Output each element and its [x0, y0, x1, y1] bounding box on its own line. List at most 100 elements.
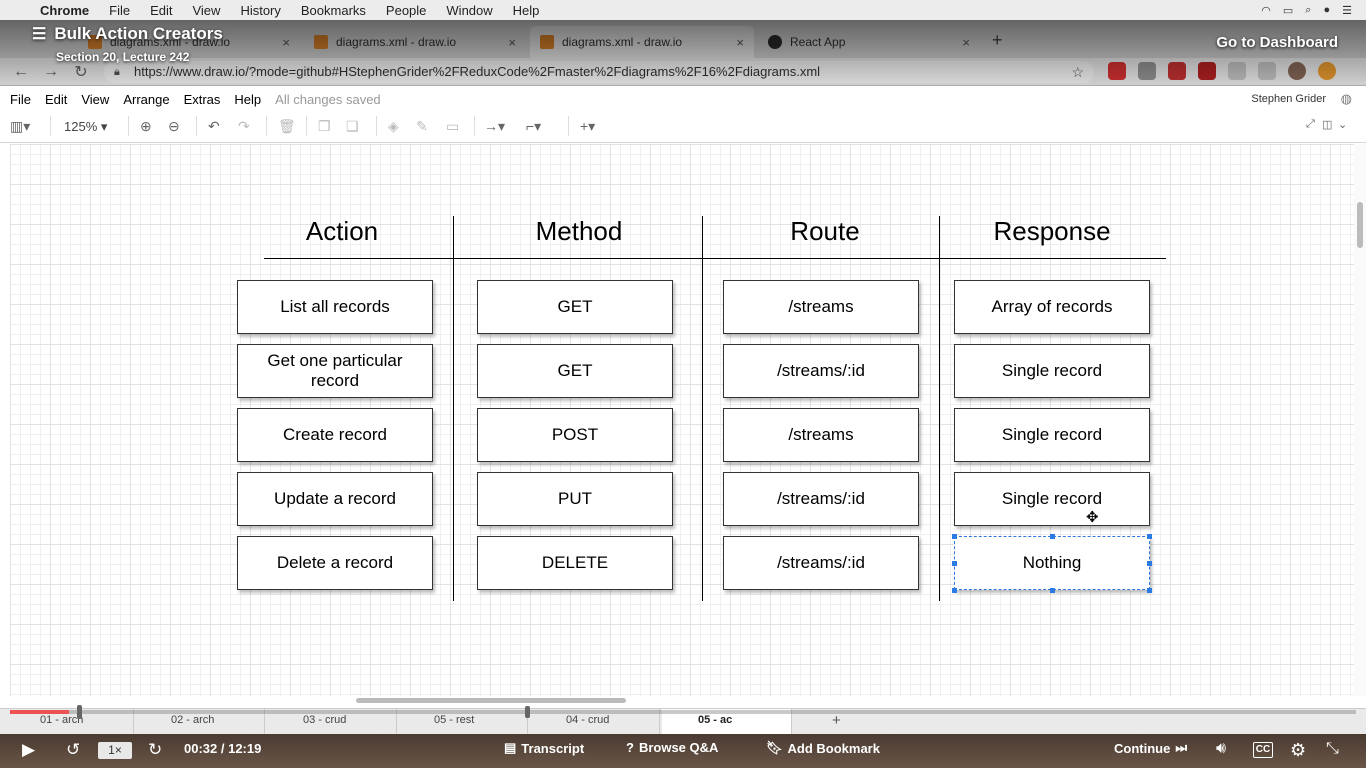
- browser-tab[interactable]: diagrams.xml - draw.io ×: [304, 26, 526, 58]
- vertical-scrollbar[interactable]: [1354, 144, 1366, 696]
- extension-icon[interactable]: [1198, 62, 1216, 80]
- action-cell[interactable]: List all records: [237, 280, 433, 334]
- resize-handle[interactable]: [952, 588, 957, 593]
- horizontal-scrollbar[interactable]: [356, 698, 626, 703]
- menu-arrange[interactable]: Arrange: [123, 92, 169, 107]
- globe-icon[interactable]: ◍: [1341, 91, 1352, 107]
- column-divider[interactable]: [702, 216, 703, 601]
- new-tab-icon[interactable]: +: [992, 30, 1003, 51]
- user-name[interactable]: Stephen Grider: [1251, 93, 1326, 105]
- method-cell[interactable]: POST: [477, 408, 673, 462]
- list-icon[interactable]: ☰: [32, 24, 46, 44]
- route-cell[interactable]: /streams: [723, 408, 919, 462]
- connection-icon[interactable]: →▾: [484, 118, 505, 135]
- close-tab-icon[interactable]: ×: [736, 35, 744, 50]
- settings-gear-icon[interactable]: ⚙: [1290, 740, 1306, 761]
- column-divider[interactable]: [939, 216, 940, 601]
- course-title[interactable]: ☰ Bulk Action Creators: [32, 24, 223, 44]
- back-icon[interactable]: ←: [6, 63, 36, 81]
- reload-icon[interactable]: ↻: [66, 62, 96, 82]
- page-tab-scroll-handle[interactable]: [525, 706, 530, 718]
- method-cell[interactable]: DELETE: [477, 536, 673, 590]
- volume-icon[interactable]: 🔊︎: [1216, 740, 1226, 758]
- notification-icon[interactable]: ☰: [1342, 4, 1352, 17]
- resize-handle[interactable]: [1050, 588, 1055, 593]
- route-cell[interactable]: /streams/:id: [723, 344, 919, 398]
- zoom-level-select[interactable]: 125% ▾: [64, 119, 107, 135]
- resize-handle[interactable]: [952, 534, 957, 539]
- action-cell[interactable]: Get one particular record: [237, 344, 433, 398]
- to-back-icon[interactable]: ❏: [346, 118, 359, 135]
- undo-icon[interactable]: ↶: [208, 118, 220, 135]
- waypoints-icon[interactable]: ⌐▾: [526, 118, 541, 135]
- response-cell[interactable]: Array of records: [954, 280, 1150, 334]
- video-progress-handle[interactable]: [77, 705, 82, 719]
- response-cell-selected[interactable]: Nothing: [954, 536, 1150, 590]
- action-cell[interactable]: Update a record: [237, 472, 433, 526]
- forward-icon[interactable]: ↻: [148, 740, 162, 760]
- fullscreen-icon[interactable]: ⤡: [1326, 740, 1339, 758]
- mac-menu-view[interactable]: View: [182, 3, 230, 18]
- wifi-icon[interactable]: ◠: [1261, 4, 1271, 17]
- response-cell[interactable]: Single record: [954, 408, 1150, 462]
- scroll-thumb[interactable]: [1357, 202, 1363, 248]
- mac-menu-people[interactable]: People: [376, 3, 436, 18]
- to-front-icon[interactable]: ❐: [318, 118, 331, 135]
- action-cell[interactable]: Create record: [237, 408, 433, 462]
- header-underline[interactable]: [264, 258, 1166, 259]
- browser-tab-active[interactable]: diagrams.xml - draw.io ×: [530, 26, 754, 58]
- redo-icon[interactable]: ↷: [238, 118, 250, 135]
- extension-icon[interactable]: [1228, 62, 1246, 80]
- mac-app-name[interactable]: Chrome: [30, 3, 99, 18]
- profile-avatar[interactable]: [1288, 62, 1306, 80]
- resize-handle[interactable]: [1147, 561, 1152, 566]
- captions-button[interactable]: CC: [1253, 742, 1273, 758]
- go-to-dashboard-link[interactable]: Go to Dashboard: [1216, 34, 1338, 51]
- method-cell[interactable]: PUT: [477, 472, 673, 526]
- spotlight-icon[interactable]: ⌕: [1305, 4, 1311, 17]
- menu-view[interactable]: View: [81, 92, 109, 107]
- resize-handle[interactable]: [1147, 588, 1152, 593]
- zoom-in-icon[interactable]: ⊕: [140, 118, 152, 135]
- action-cell[interactable]: Delete a record: [237, 536, 433, 590]
- resize-handle[interactable]: [952, 561, 957, 566]
- rewind-icon[interactable]: ↺: [66, 740, 80, 760]
- shadow-icon[interactable]: ▭: [446, 118, 459, 135]
- extension-icon[interactable]: [1258, 62, 1276, 80]
- mac-menu-bookmarks[interactable]: Bookmarks: [291, 3, 376, 18]
- zoom-out-icon[interactable]: ⊖: [168, 118, 180, 135]
- resize-handle[interactable]: [1147, 534, 1152, 539]
- format-panel-icon[interactable]: ▥▾: [10, 118, 30, 135]
- response-cell[interactable]: Single record: [954, 344, 1150, 398]
- response-cell[interactable]: Single record: [954, 472, 1150, 526]
- fill-color-icon[interactable]: ◈: [388, 118, 399, 135]
- mac-menu-edit[interactable]: Edit: [140, 3, 182, 18]
- line-color-icon[interactable]: ✎: [416, 118, 428, 135]
- bookmark-star-icon[interactable]: ☆: [1071, 61, 1084, 83]
- close-tab-icon[interactable]: ×: [962, 35, 970, 50]
- collapse-icon[interactable]: ⌄: [1338, 118, 1347, 131]
- css-extension-icon[interactable]: [1138, 62, 1156, 80]
- add-page-icon[interactable]: +: [832, 712, 841, 729]
- header-response[interactable]: Response: [957, 216, 1147, 247]
- menu-file[interactable]: File: [10, 92, 31, 107]
- route-cell[interactable]: /streams/:id: [723, 536, 919, 590]
- battery-icon[interactable]: ▭: [1283, 4, 1293, 17]
- forward-icon[interactable]: →: [36, 63, 66, 81]
- mac-menu-help[interactable]: Help: [503, 3, 550, 18]
- continue-button[interactable]: Continue ⏭︎: [1114, 740, 1187, 756]
- insert-icon[interactable]: +▾: [580, 118, 595, 135]
- mac-menu-window[interactable]: Window: [436, 3, 502, 18]
- diagram-canvas[interactable]: Action Method Route Response List all re…: [10, 144, 1354, 696]
- browse-qa-button[interactable]: ? Browse Q&A: [626, 740, 718, 755]
- extension-icon[interactable]: [1108, 62, 1126, 80]
- resize-handle[interactable]: [1050, 534, 1055, 539]
- header-method[interactable]: Method: [484, 216, 674, 247]
- column-divider[interactable]: [453, 216, 454, 601]
- play-icon[interactable]: ▶: [22, 740, 35, 760]
- header-route[interactable]: Route: [730, 216, 920, 247]
- method-cell[interactable]: GET: [477, 344, 673, 398]
- format-toggle-icon[interactable]: ◫: [1322, 118, 1332, 131]
- add-bookmark-button[interactable]: 🔖︎ Add Bookmark: [766, 740, 880, 756]
- delete-icon[interactable]: 🗑︎: [278, 118, 296, 135]
